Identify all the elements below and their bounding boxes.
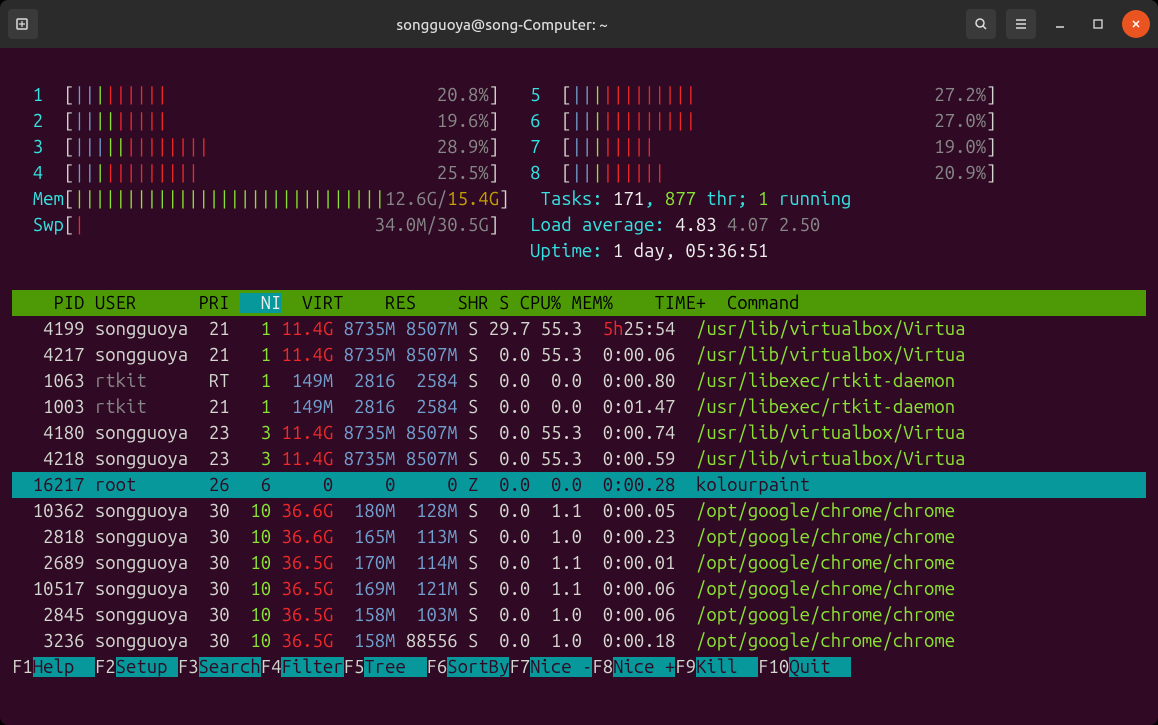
process-row[interactable]: 3236 songguoya 30 10 36.5G 158M 88556 S …	[12, 628, 1146, 654]
process-row[interactable]: 10517 songguoya 30 10 36.5G 169M 121M S …	[12, 576, 1146, 602]
load-15: 2.50	[779, 215, 820, 235]
terminal-body[interactable]: 1 [||||||||| 20.8%] 5 [|||||||||||| 27.2…	[0, 48, 1158, 725]
cpu-meter-row: 4 [|||||||||||| 25.5%] 8 [||||||||| 20.9…	[12, 160, 1146, 186]
fkey-label[interactable]: Search	[199, 657, 261, 677]
process-row[interactable]: 2818 songguoya 30 10 36.6G 165M 113M S 0…	[12, 524, 1146, 550]
load-label: Load average:	[530, 215, 675, 235]
fkey[interactable]: F3	[178, 657, 199, 677]
cpu-meter-row: 3 [||||||||||||| 28.9%] 7 [|||||||| 19.0…	[12, 134, 1146, 160]
tasks-threads: 877	[665, 189, 696, 209]
fkey[interactable]: F5	[344, 657, 365, 677]
fkey-label[interactable]: Kill	[696, 657, 758, 677]
process-row[interactable]: 2689 songguoya 30 10 36.5G 170M 114M S 0…	[12, 550, 1146, 576]
fkey[interactable]: F7	[509, 657, 530, 677]
process-row[interactable]: 4217 songguoya 21 1 11.4G 8735M 8507M S …	[12, 342, 1146, 368]
fkey[interactable]: F2	[95, 657, 116, 677]
fkey-label[interactable]: Quit	[789, 657, 851, 677]
uptime-row: Uptime: 1 day, 05:36:51	[12, 238, 1146, 264]
load-5: 4.07	[727, 215, 768, 235]
swp-label: Swp	[33, 215, 64, 235]
mem-tasks-row: Mem[||||||||||||||||||||||||||||||12.6G/…	[12, 186, 1146, 212]
close-button[interactable]	[1122, 10, 1150, 38]
window-title: songguoya@song-Computer: ~	[38, 16, 966, 33]
fkey[interactable]: F1	[12, 657, 33, 677]
fkey-bar: F1Help F2Setup F3SearchF4FilterF5Tree F6…	[12, 654, 1146, 680]
blank-row-2	[12, 264, 1146, 290]
process-row[interactable]: 4199 songguoya 21 1 11.4G 8735M 8507M S …	[12, 316, 1146, 342]
mem-label: Mem	[33, 189, 64, 209]
mem-used: 12.6G	[385, 189, 437, 209]
fkey-label[interactable]: Setup	[116, 657, 178, 677]
minimize-button[interactable]	[1046, 10, 1074, 38]
titlebar: songguoya@song-Computer: ~	[0, 0, 1158, 48]
fkey[interactable]: F8	[592, 657, 613, 677]
table-header[interactable]: PID USER PRI NI VIRT RES SHR S CPU% MEM%…	[12, 290, 1146, 316]
blank-row	[12, 56, 1146, 82]
cpu-meter-row: 1 [||||||||| 20.8%] 5 [|||||||||||| 27.2…	[12, 82, 1146, 108]
process-row[interactable]: 16217 root 26 6 0 0 0 Z 0.0 0.0 0:00.28 …	[12, 472, 1146, 498]
process-row[interactable]: 1003 rtkit 21 1 149M 2816 2584 S 0.0 0.0…	[12, 394, 1146, 420]
tasks-running: 1	[758, 189, 768, 209]
swp-load-row: Swp[| 34.0M/30.5G] Load average: 4.83 4.…	[12, 212, 1146, 238]
fkey-label[interactable]: Tree	[364, 657, 426, 677]
mem-total: 15.4G	[447, 189, 499, 209]
fkey[interactable]: F4	[261, 657, 282, 677]
fkey[interactable]: F9	[675, 657, 696, 677]
tasks-procs: 171	[613, 189, 644, 209]
cpu-meter-row: 2 [||||||||| 19.6%] 6 [|||||||||||| 27.0…	[12, 108, 1146, 134]
maximize-button[interactable]	[1084, 10, 1112, 38]
menu-button[interactable]	[1006, 9, 1036, 39]
terminal-window: songguoya@song-Computer: ~ 1 [|||||||||	[0, 0, 1158, 725]
swp-value: 34.0M/30.5G	[375, 215, 489, 235]
process-row[interactable]: 4218 songguoya 23 3 11.4G 8735M 8507M S …	[12, 446, 1146, 472]
new-tab-button[interactable]	[8, 9, 38, 39]
process-row[interactable]: 10362 songguoya 30 10 36.6G 180M 128M S …	[12, 498, 1146, 524]
search-button[interactable]	[966, 9, 996, 39]
process-row[interactable]: 2845 songguoya 30 10 36.5G 158M 103M S 0…	[12, 602, 1146, 628]
load-1: 4.83	[675, 215, 716, 235]
fkey-label[interactable]: Filter	[281, 657, 343, 677]
fkey[interactable]: F6	[427, 657, 448, 677]
fkey-label[interactable]: SortBy	[447, 657, 509, 677]
fkey-label[interactable]: Help	[33, 657, 95, 677]
fkey-label[interactable]: Nice +	[613, 657, 675, 677]
tasks-label: Tasks:	[540, 189, 613, 209]
uptime-value: 1 day, 05:36:51	[613, 241, 768, 261]
process-row[interactable]: 1063 rtkit RT 1 149M 2816 2584 S 0.0 0.0…	[12, 368, 1146, 394]
fkey-label[interactable]: Nice -	[530, 657, 592, 677]
uptime-label: Uptime:	[530, 241, 613, 261]
fkey[interactable]: F10	[758, 657, 789, 677]
process-row[interactable]: 4180 songguoya 23 3 11.4G 8735M 8507M S …	[12, 420, 1146, 446]
